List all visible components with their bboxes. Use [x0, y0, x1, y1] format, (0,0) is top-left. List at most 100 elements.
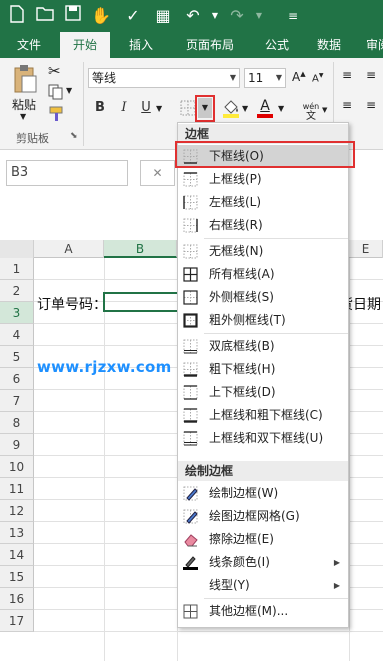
- selected-cell-b3[interactable]: [103, 292, 179, 312]
- font-size-combo[interactable]: 11 ▼: [244, 68, 286, 88]
- tab-formulas[interactable]: 公式: [254, 32, 300, 58]
- row-header[interactable]: 9: [0, 434, 34, 456]
- undo-icon[interactable]: ↶: [182, 5, 204, 27]
- align-top-icon[interactable]: ≡: [342, 68, 352, 82]
- bold-button[interactable]: B: [90, 98, 110, 118]
- fill-color-icon[interactable]: [222, 98, 240, 121]
- row-header[interactable]: 13: [0, 522, 34, 544]
- row-header[interactable]: 6: [0, 368, 34, 390]
- align-left-icon[interactable]: ≡: [342, 98, 352, 112]
- menu-item-double-bottom-border[interactable]: 双底框线(B): [178, 335, 348, 358]
- fill-color-dropdown-icon[interactable]: ▼: [242, 104, 248, 113]
- copy-dropdown-icon[interactable]: ▼: [66, 86, 72, 95]
- menu-item-top-border[interactable]: 上框线(P): [178, 168, 348, 191]
- menu-item-line-style[interactable]: 线型(Y) ▶: [178, 574, 348, 597]
- redo-dropdown-icon[interactable]: ▼: [248, 5, 270, 27]
- menu-item-draw-border[interactable]: 绘制边框(W): [178, 482, 348, 505]
- menu-item-right-border[interactable]: 右框线(R): [178, 214, 348, 237]
- menu-separator: [204, 238, 348, 239]
- row-header[interactable]: 4: [0, 324, 34, 346]
- name-box[interactable]: B3: [6, 160, 128, 186]
- phonetic-guide-icon[interactable]: wén 文: [300, 98, 322, 122]
- cut-icon[interactable]: ✂: [48, 62, 61, 80]
- menu-item-label: 所有框线(A): [209, 267, 275, 281]
- column-header-b[interactable]: B: [104, 240, 177, 258]
- menu-item-left-border[interactable]: 左框线(L): [178, 191, 348, 214]
- italic-button[interactable]: I: [114, 98, 134, 118]
- spell-check-icon[interactable]: ✓: [122, 5, 144, 27]
- font-color-icon[interactable]: A: [256, 98, 274, 118]
- row-header-selected[interactable]: 3: [0, 302, 34, 324]
- menu-item-line-color[interactable]: 线条颜色(I) ▶: [178, 551, 348, 574]
- row-header[interactable]: 10: [0, 456, 34, 478]
- row-header[interactable]: 11: [0, 478, 34, 500]
- row-header[interactable]: 15: [0, 566, 34, 588]
- format-painter-qat-icon[interactable]: ▦: [152, 5, 174, 27]
- menu-item-no-border[interactable]: 无框线(N): [178, 240, 348, 263]
- clipboard-launcher-icon[interactable]: ⬊: [70, 131, 78, 141]
- redo-icon[interactable]: ↷: [226, 5, 248, 27]
- menu-item-label: 粗下框线(H): [209, 362, 276, 376]
- column-header-a[interactable]: A: [34, 240, 104, 258]
- underline-button[interactable]: U: [136, 98, 156, 118]
- tab-file[interactable]: 文件: [6, 32, 52, 58]
- menu-item-thick-outside-borders[interactable]: 粗外侧框线(T): [178, 309, 348, 332]
- open-folder-icon[interactable]: [34, 5, 56, 27]
- font-name-combo[interactable]: 等线 ▼: [88, 68, 240, 88]
- menu-item-top-thick-bottom-border[interactable]: 上框线和粗下框线(C): [178, 404, 348, 427]
- font-size-dropdown-icon[interactable]: ▼: [276, 69, 282, 87]
- paste-button[interactable]: 粘贴: [12, 96, 36, 113]
- row-header[interactable]: 16: [0, 588, 34, 610]
- menu-item-label: 上框线和双下框线(U): [209, 431, 324, 445]
- copy-icon[interactable]: [48, 84, 64, 103]
- row-header[interactable]: 1: [0, 258, 34, 280]
- menu-item-outside-borders[interactable]: 外侧框线(S): [178, 286, 348, 309]
- paste-dropdown-icon[interactable]: ▼: [20, 112, 26, 121]
- row-header[interactable]: 8: [0, 412, 34, 434]
- line-color-icon: [183, 556, 198, 570]
- ribbon-separator: [83, 62, 84, 146]
- menu-item-thick-bottom-border[interactable]: 粗下框线(H): [178, 358, 348, 381]
- borders-button[interactable]: [180, 100, 196, 119]
- tab-insert[interactable]: 插入: [118, 32, 164, 58]
- tab-data[interactable]: 数据: [306, 32, 352, 58]
- tab-home[interactable]: 开始: [60, 32, 110, 58]
- top-double-bottom-border-icon: [183, 431, 198, 446]
- cell-a3[interactable]: 订单号码：: [37, 294, 107, 314]
- new-file-icon[interactable]: [6, 5, 28, 27]
- undo-dropdown-icon[interactable]: ▼: [204, 5, 226, 27]
- menu-item-draw-border-grid[interactable]: 绘图边框网格(G): [178, 505, 348, 528]
- menu-item-top-double-bottom-border[interactable]: 上框线和双下框线(U): [178, 427, 348, 450]
- save-icon[interactable]: [62, 5, 84, 27]
- row-header[interactable]: 12: [0, 500, 34, 522]
- decrease-font-icon[interactable]: A▼: [312, 72, 323, 84]
- increase-font-icon[interactable]: A▲: [292, 70, 306, 84]
- touch-mode-icon[interactable]: ✋: [90, 5, 112, 27]
- select-all-corner[interactable]: [0, 240, 34, 258]
- menu-item-all-borders[interactable]: 所有框线(A): [178, 263, 348, 286]
- row-header[interactable]: 7: [0, 390, 34, 412]
- phonetic-dropdown-icon[interactable]: ▼: [322, 106, 327, 114]
- font-color-dropdown-icon[interactable]: ▼: [278, 104, 284, 113]
- formula-cancel-button[interactable]: ✕: [140, 160, 175, 186]
- menu-item-more-borders[interactable]: 其他边框(M)...: [178, 600, 348, 623]
- row-header[interactable]: 17: [0, 610, 34, 632]
- clipboard-group-label: 剪贴板: [16, 132, 49, 145]
- align-middle-icon[interactable]: ≡: [366, 68, 376, 82]
- menu-item-top-bottom-border[interactable]: 上下框线(D): [178, 381, 348, 404]
- column-header-e[interactable]: E: [349, 240, 383, 258]
- underline-dropdown-icon[interactable]: ▼: [156, 104, 162, 113]
- align-center-icon[interactable]: ≡: [366, 98, 376, 112]
- format-painter-icon[interactable]: [48, 106, 66, 125]
- menu-item-label: 其他边框(M)...: [209, 604, 289, 618]
- tab-review[interactable]: 审阅: [358, 32, 383, 58]
- font-name-dropdown-icon[interactable]: ▼: [230, 69, 236, 87]
- menu-item-label: 左框线(L): [209, 195, 262, 209]
- paste-icon[interactable]: [12, 64, 38, 94]
- customize-qat-icon[interactable]: ≡: [282, 5, 304, 27]
- tab-page-layout[interactable]: 页面布局: [172, 32, 248, 58]
- row-header[interactable]: 5: [0, 346, 34, 368]
- row-header[interactable]: 2: [0, 280, 34, 302]
- menu-item-erase-border[interactable]: 擦除边框(E): [178, 528, 348, 551]
- row-header[interactable]: 14: [0, 544, 34, 566]
